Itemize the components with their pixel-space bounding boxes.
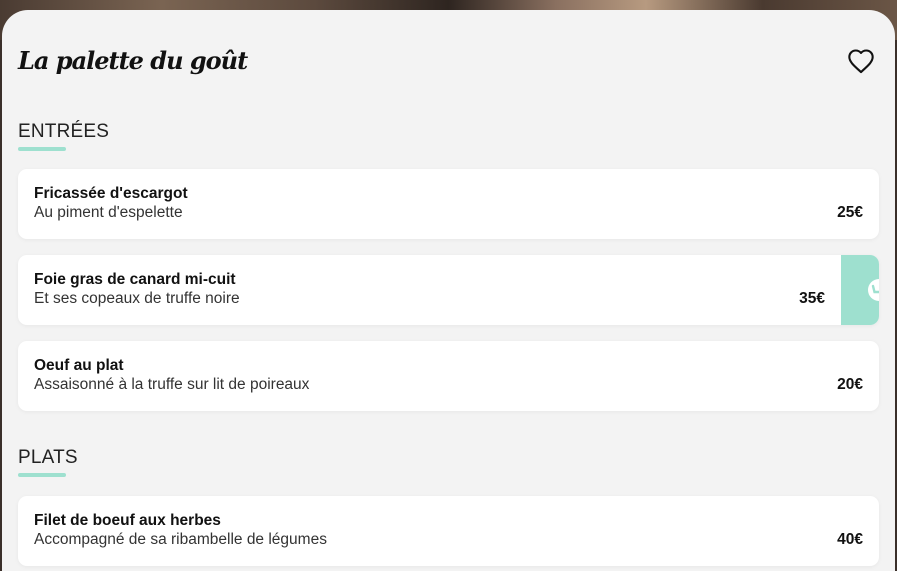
menu-item-description: Accompagné de sa ribambelle de légumes bbox=[34, 531, 327, 548]
heart-outline-icon bbox=[848, 49, 874, 74]
section-title-plats: PLATS bbox=[18, 447, 78, 468]
menu-item-description: Assaisonné à la truffe sur lit de poirea… bbox=[34, 376, 310, 393]
menu-item-description: Au piment d'espelette bbox=[34, 204, 183, 221]
section-underline bbox=[18, 473, 66, 477]
menu-item-card[interactable]: Oeuf au plat Assaisonné à la truffe sur … bbox=[18, 341, 879, 411]
menu-header: La palette du goût bbox=[18, 46, 878, 86]
menu-item-card[interactable]: Foie gras de canard mi-cuit Et ses copea… bbox=[18, 255, 879, 325]
clock-icon bbox=[868, 279, 879, 301]
favorite-button[interactable] bbox=[844, 44, 878, 78]
menu-sheet: La palette du goût ENTRÉES Fricassée d'e… bbox=[2, 10, 895, 571]
swipe-action-button[interactable] bbox=[841, 255, 879, 325]
restaurant-title: La palette du goût bbox=[18, 46, 248, 75]
menu-item-name: Filet de boeuf aux herbes bbox=[34, 512, 221, 529]
menu-item-price: 25€ bbox=[837, 204, 863, 221]
menu-item-price: 40€ bbox=[837, 531, 863, 548]
menu-item-price: 35€ bbox=[799, 290, 825, 307]
menu-item-card[interactable]: Fricassée d'escargot Au piment d'espelet… bbox=[18, 169, 879, 239]
menu-item-name: Oeuf au plat bbox=[34, 357, 124, 374]
menu-item-name: Foie gras de canard mi-cuit bbox=[34, 271, 236, 288]
menu-item-card[interactable]: Filet de boeuf aux herbes Accompagné de … bbox=[18, 496, 879, 566]
section-title-entrees: ENTRÉES bbox=[18, 121, 110, 142]
menu-item-name: Fricassée d'escargot bbox=[34, 185, 188, 202]
menu-item-description: Et ses copeaux de truffe noire bbox=[34, 290, 240, 307]
menu-item-price: 20€ bbox=[837, 376, 863, 393]
section-underline bbox=[18, 147, 66, 151]
